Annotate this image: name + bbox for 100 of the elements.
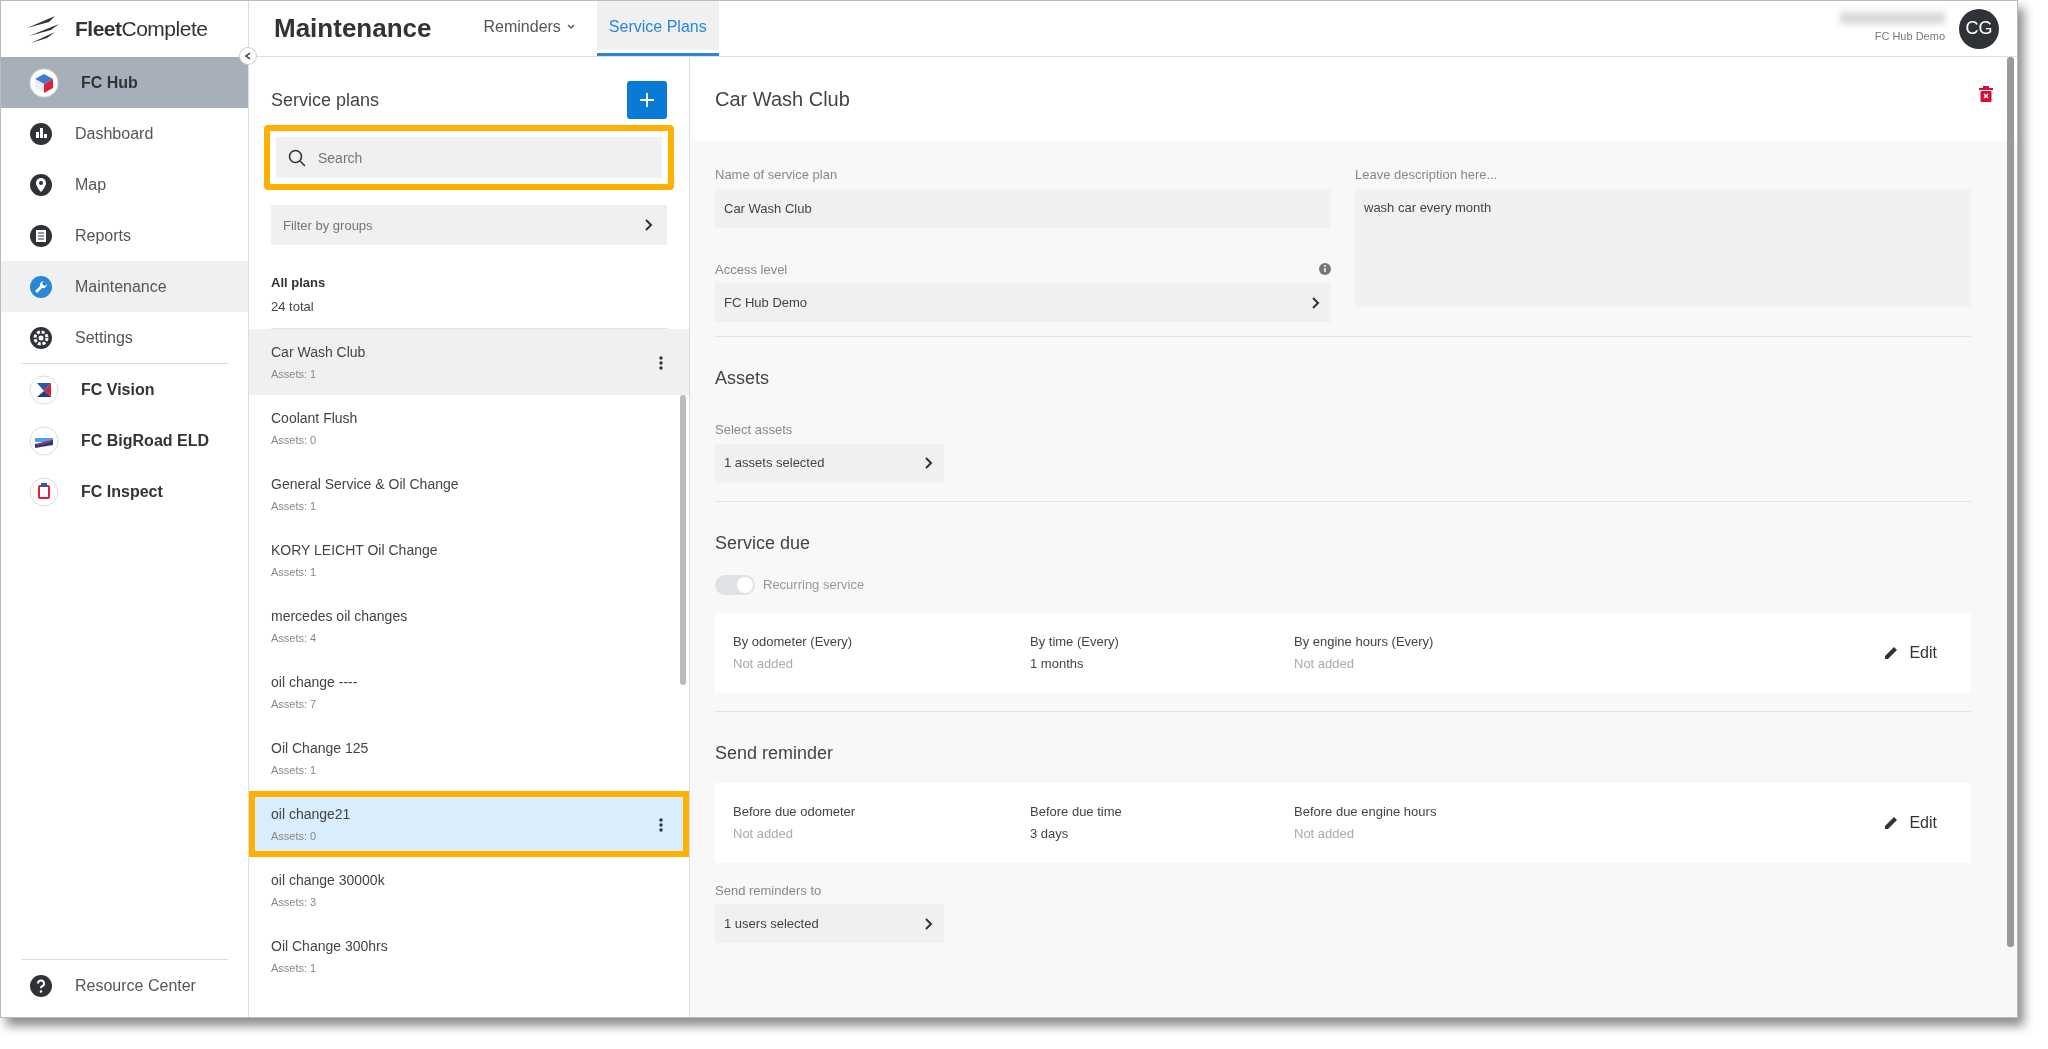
plan-name: oil change ---- (271, 672, 358, 692)
more-vertical-icon (659, 817, 663, 832)
brand-name: FleetComplete (75, 16, 208, 43)
cell-value: Not added (733, 654, 794, 673)
section-title: Assets (715, 367, 771, 390)
edit-button[interactable]: Edit (1867, 806, 1953, 839)
cube-logo-icon (29, 67, 59, 98)
plan-list-item[interactable]: mercedes oil changes Assets: 4 (249, 593, 689, 659)
sidebar-item[interactable]: FC Inspect (1, 466, 248, 517)
plan-list-item[interactable]: oil change ---- Assets: 7 (249, 659, 689, 725)
cell-label: Before due time (1030, 803, 1123, 821)
asset-count: Assets: 1 (271, 366, 318, 382)
plan-list-item[interactable]: oil change 30000k Assets: 3 (249, 857, 689, 923)
description-field[interactable]: wash car every month (1355, 188, 1971, 307)
sidebar-item[interactable]: Settings (1, 312, 248, 363)
aperture-logo-icon (29, 374, 59, 405)
plan-list-item[interactable]: KORY LEICHT Oil Change Assets: 1 (249, 527, 689, 593)
select-field[interactable]: 1 assets selected (715, 443, 944, 483)
panel-title: Service plans (271, 89, 380, 112)
cell-label: Before due odometer (733, 803, 857, 821)
select-field[interactable]: 1 users selected (715, 904, 944, 943)
list-title: All plans (271, 274, 327, 292)
section-title: Send reminder (715, 741, 835, 765)
trash-icon (1979, 86, 1993, 103)
sidebar-item[interactable]: Map (1, 159, 248, 210)
asset-count: Assets: 1 (271, 564, 318, 580)
sidebar-item[interactable]: FC Hub (1, 57, 248, 108)
cell-label: By time (Every) (1030, 633, 1120, 651)
cell-value: Not added (733, 824, 794, 843)
plan-name: mercedes oil changes (271, 606, 408, 626)
info-icon (1319, 263, 1331, 276)
filter-field[interactable]: Filter by groups (271, 205, 667, 245)
plan-list-item[interactable]: oil change21 Assets: 0 (249, 791, 689, 857)
toggle-label: Recurring service (763, 575, 865, 594)
asset-count: Assets: 3 (271, 894, 318, 910)
asset-count: Assets: 7 (271, 696, 318, 712)
plan-list-item[interactable]: Car Wash Club Assets: 1 (249, 329, 689, 395)
map-pin-icon (29, 172, 53, 197)
plan-name: General Service & Oil Change (271, 474, 459, 494)
asset-count: Assets: 0 (271, 828, 318, 844)
field-label: Access level (715, 260, 788, 279)
asset-count: Assets: 1 (271, 762, 318, 778)
plan-list-item[interactable]: Coolant Flush Assets: 0 (249, 395, 689, 461)
user-avatar[interactable]: CG (1959, 8, 1999, 49)
sidebar-item[interactable]: Reports (1, 210, 248, 261)
cell-value: Not added (1294, 824, 1355, 843)
field-label: Name of service plan (715, 166, 839, 184)
asset-count: Assets: 4 (271, 630, 318, 646)
pencil-icon (1883, 814, 1900, 831)
add-button[interactable] (627, 81, 667, 119)
plan-name: oil change 30000k (271, 870, 385, 890)
cell-label: Before due engine hours (1294, 803, 1437, 821)
clipboard-logo-icon (29, 476, 59, 507)
delete-button[interactable] (1979, 83, 1993, 104)
cell-value: 3 days (1030, 824, 1070, 843)
field-label: Select assets (715, 421, 794, 439)
search-field[interactable]: Search (276, 137, 662, 178)
asset-count: Assets: 0 (271, 432, 318, 448)
sidebar-item[interactable]: FC Vision (1, 364, 248, 415)
plan-name: Oil Change 300hrs (271, 936, 388, 956)
name-field[interactable]: Car Wash Club (715, 188, 1331, 228)
cell-label: By odometer (Every) (733, 633, 854, 651)
sidebar-item[interactable]: Dashboard (1, 108, 248, 159)
more-vertical-icon (659, 355, 663, 370)
edit-button[interactable]: Edit (1867, 636, 1953, 669)
sidebar-item[interactable]: Maintenance (1, 261, 248, 312)
collapse-button[interactable] (239, 47, 257, 65)
sidebar-item[interactable]: FC BigRoad ELD (1, 415, 248, 466)
plan-list-item[interactable]: Oil Change 300hrs Assets: 1 (249, 923, 689, 989)
gear-icon (29, 325, 53, 350)
scrollbar[interactable] (2007, 57, 2014, 947)
pencil-icon (1883, 644, 1900, 661)
access-level-select[interactable]: FC Hub Demo (715, 283, 1331, 322)
chevron-left-icon (244, 52, 252, 60)
tab[interactable]: Reminders (471, 1, 587, 56)
resource-center-link[interactable]: Resource Center (1, 960, 248, 1011)
page-title: Maintenance (274, 12, 432, 45)
asset-count: Assets: 1 (271, 498, 318, 514)
wrench-icon (29, 274, 53, 299)
scrollbar[interactable] (680, 395, 686, 685)
plan-name: KORY LEICHT Oil Change (271, 540, 438, 560)
select-value: 1 assets selected (724, 454, 825, 473)
chart-icon (29, 121, 53, 146)
report-icon (29, 223, 53, 248)
plus-icon (640, 93, 654, 107)
help-icon (29, 973, 53, 998)
plan-title: Car Wash Club (715, 87, 850, 112)
cell-value: 1 months (1030, 654, 1085, 673)
plan-name: Car Wash Club (271, 342, 366, 362)
total-count: 24 total (271, 297, 315, 316)
plan-list-item[interactable]: General Service & Oil Change Assets: 1 (249, 461, 689, 527)
cell-label: By engine hours (Every) (1294, 633, 1434, 651)
plan-list-item[interactable]: Oil Change 125 Assets: 1 (249, 725, 689, 791)
plan-name: Oil Change 125 (271, 738, 369, 758)
section-title: Service due (715, 531, 812, 555)
plan-name: Coolant Flush (271, 408, 358, 428)
select-value: FC Hub Demo (724, 293, 808, 312)
road-logo-icon (29, 425, 59, 456)
select-value: 1 users selected (724, 914, 819, 933)
field-label: Leave description here... (1355, 166, 1499, 184)
